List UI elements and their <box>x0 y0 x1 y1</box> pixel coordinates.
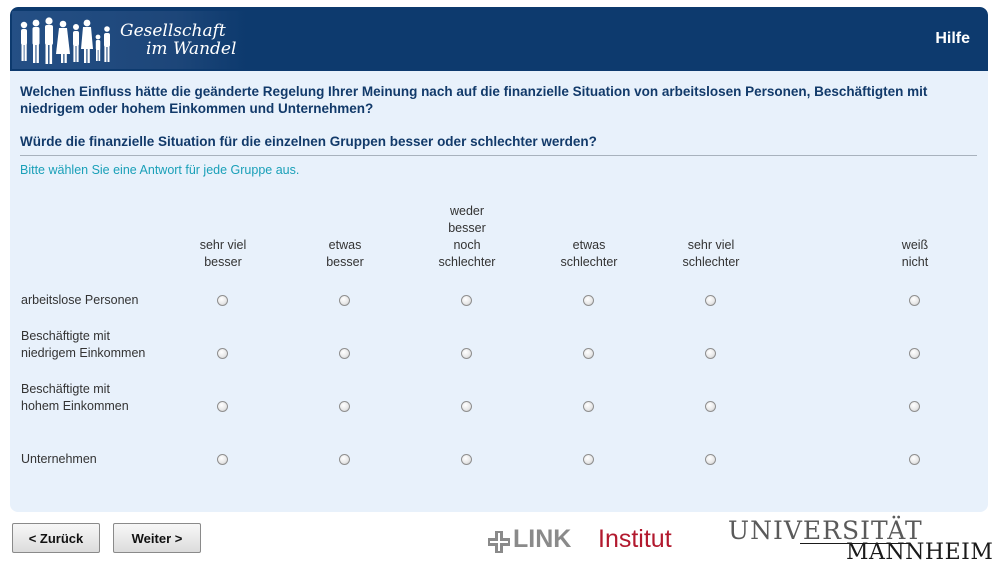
column-header: sehr viel schlechter <box>661 237 761 271</box>
answer-radio[interactable] <box>909 348 920 359</box>
column-header-line: weiß <box>901 238 929 252</box>
instruction-text: Bitte wählen Sie eine Antwort für jede G… <box>20 163 300 177</box>
help-link[interactable]: Hilfe <box>935 30 970 48</box>
row-label-line: Unternehmen <box>21 452 97 466</box>
survey-panel: Gesellschaft im Wandel Hilfe Welchen Ein… <box>10 7 988 512</box>
university-logo-line2: MANNHEIM <box>846 540 994 565</box>
answer-radio[interactable] <box>583 401 594 412</box>
answer-radio[interactable] <box>461 401 472 412</box>
answer-radio[interactable] <box>339 348 350 359</box>
link-cross-icon <box>488 531 510 553</box>
answer-radio[interactable] <box>339 295 350 306</box>
row-label: arbeitslose Personen <box>21 292 138 309</box>
answer-radio[interactable] <box>909 295 920 306</box>
answer-radio[interactable] <box>339 401 350 412</box>
column-header: etwas schlechter <box>539 237 639 271</box>
row-label-line: hohem Einkommen <box>21 399 129 413</box>
header-bar: Gesellschaft im Wandel Hilfe <box>10 7 988 71</box>
people-silhouette-icon <box>20 17 110 64</box>
link-logo-institut: Institut <box>598 525 672 553</box>
logo-text-line1: Gesellschaft <box>120 21 226 41</box>
answer-radio[interactable] <box>461 348 472 359</box>
answer-radio[interactable] <box>217 295 228 306</box>
answer-radio[interactable] <box>705 401 716 412</box>
column-header: weiß nicht <box>865 237 965 271</box>
answer-radio[interactable] <box>583 454 594 465</box>
column-header-line: besser <box>326 255 364 269</box>
row-label-line: Beschäftigte mit <box>21 329 110 343</box>
column-header-line: sehr viel <box>199 238 247 252</box>
question-text: Welchen Einfluss hätte die geänderte Reg… <box>20 84 928 116</box>
answer-radio[interactable] <box>705 348 716 359</box>
divider <box>20 155 977 156</box>
row-label-line: niedrigem Einkommen <box>21 346 146 360</box>
column-header-line: weder <box>449 204 485 218</box>
row-label: Beschäftigte mit hohem Einkommen <box>21 381 129 415</box>
answer-radio[interactable] <box>339 454 350 465</box>
answer-radio[interactable] <box>583 348 594 359</box>
answer-radio[interactable] <box>461 295 472 306</box>
project-logo: Gesellschaft im Wandel <box>12 11 246 69</box>
link-logo-word: LINK <box>513 525 572 553</box>
row-label-line: Beschäftigte mit <box>21 382 110 396</box>
column-header-line: besser <box>448 221 486 235</box>
answer-radio[interactable] <box>909 454 920 465</box>
answer-radio[interactable] <box>583 295 594 306</box>
answer-radio[interactable] <box>217 401 228 412</box>
logo-text-line2: im Wandel <box>146 39 237 59</box>
row-label-line: arbeitslose Personen <box>21 293 139 307</box>
column-header-line: etwas <box>572 238 606 252</box>
column-header-line: etwas <box>328 238 362 252</box>
column-header-line: schlechter <box>438 255 496 269</box>
answer-radio[interactable] <box>705 454 716 465</box>
column-header: etwas besser <box>295 237 395 271</box>
column-header-line: besser <box>204 255 242 269</box>
question-subtext: Würde die finanzielle Situation für die … <box>20 134 597 149</box>
answer-radio[interactable] <box>705 295 716 306</box>
answer-radio[interactable] <box>217 348 228 359</box>
back-button[interactable]: < Zurück <box>12 523 100 553</box>
column-header-line: sehr viel <box>687 238 735 252</box>
answer-radio[interactable] <box>217 454 228 465</box>
column-header-line: schlechter <box>560 255 618 269</box>
column-header: weder besser noch schlechter <box>417 203 517 271</box>
answer-radio[interactable] <box>909 401 920 412</box>
answer-radio[interactable] <box>461 454 472 465</box>
row-label: Beschäftigte mit niedrigem Einkommen <box>21 328 145 362</box>
column-header-line: schlechter <box>682 255 740 269</box>
column-header-line: noch <box>453 238 481 252</box>
row-label: Unternehmen <box>21 451 97 468</box>
column-header-line: nicht <box>901 255 929 269</box>
column-header: sehr viel besser <box>173 237 273 271</box>
next-button[interactable]: Weiter > <box>113 523 201 553</box>
